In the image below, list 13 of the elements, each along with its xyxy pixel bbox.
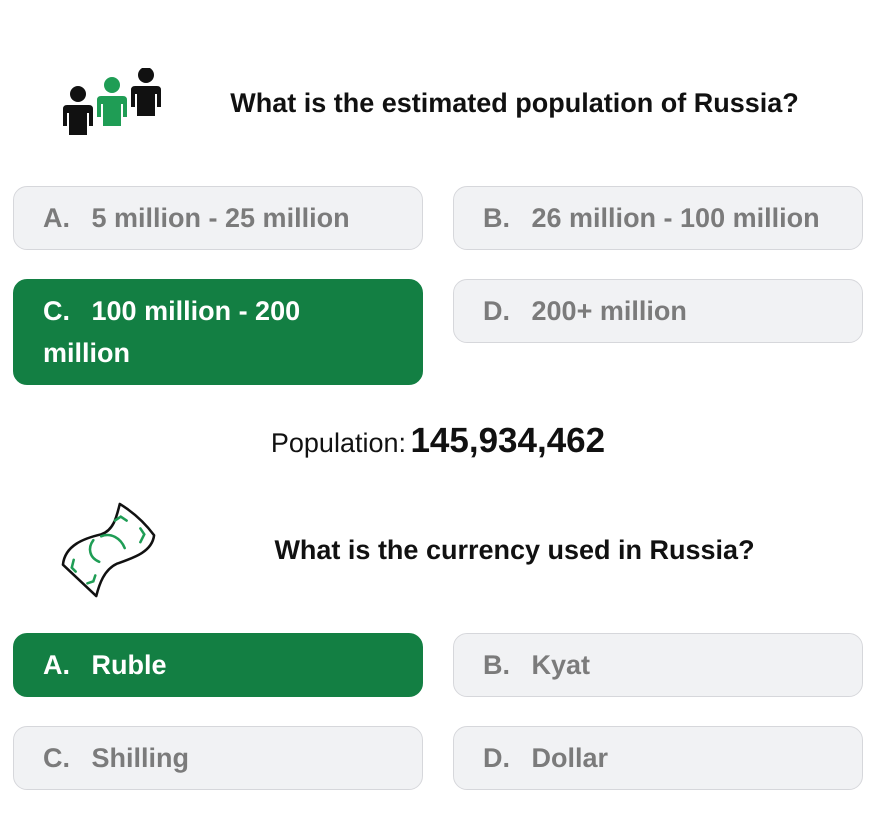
answer-option[interactable]: B. 26 million - 100 million <box>453 186 863 250</box>
banknote-icon <box>60 501 158 599</box>
result-label: Population: <box>270 428 406 458</box>
answer-option[interactable]: C. Shilling <box>13 726 423 790</box>
result-value: 145,934,462 <box>410 421 606 460</box>
answer-option[interactable]: A. 5 million - 25 million <box>13 186 423 250</box>
answer-option[interactable]: C. 100 million - 200 million <box>13 279 423 385</box>
answer-option[interactable]: D. 200+ million <box>453 279 863 343</box>
answer-option[interactable]: D. Dollar <box>453 726 863 790</box>
answer-option[interactable]: A. Ruble <box>13 633 423 697</box>
question-text: What is the estimated population of Russia? <box>229 88 800 118</box>
question-text: What is the currency used in Russia? <box>273 534 756 566</box>
answer-option[interactable]: B. Kyat <box>453 633 863 697</box>
